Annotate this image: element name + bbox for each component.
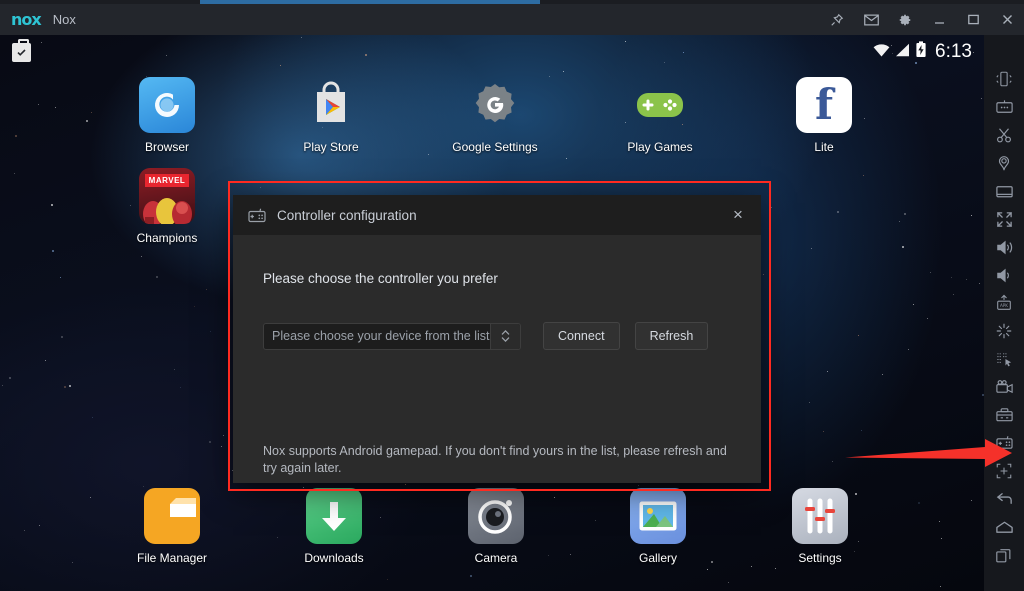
shake-phone-icon[interactable] <box>984 65 1024 93</box>
recents-icon[interactable] <box>984 541 1024 569</box>
app-gallery[interactable]: Gallery <box>603 488 713 565</box>
app-label: Camera <box>474 551 518 565</box>
play-games-icon <box>632 77 688 133</box>
play-store-icon <box>303 77 359 133</box>
dialog-header: Controller configuration × <box>233 195 761 235</box>
volume-up-icon[interactable] <box>984 233 1024 261</box>
nox-logo: nox <box>11 10 42 29</box>
minimize-icon[interactable] <box>922 4 956 35</box>
camera-icon <box>468 488 524 544</box>
app-downloads[interactable]: Downloads <box>279 488 389 565</box>
script-record-icon[interactable] <box>984 345 1024 373</box>
refresh-button[interactable]: Refresh <box>634 322 709 350</box>
file-manager-icon <box>144 488 200 544</box>
dialog-title: Controller configuration <box>277 207 417 223</box>
scissors-icon[interactable] <box>984 121 1024 149</box>
fullscreen-window-icon[interactable] <box>984 177 1024 205</box>
app-settings[interactable]: Settings <box>765 488 875 565</box>
connect-button[interactable]: Connect <box>543 322 620 350</box>
gear-icon[interactable] <box>888 4 922 35</box>
app-label: Play Games <box>627 140 693 154</box>
dialog-body: Please choose the controller you prefer … <box>233 235 761 483</box>
device-select-value: Please choose your device from the list <box>272 329 490 343</box>
back-icon[interactable] <box>984 485 1024 513</box>
multi-instance-icon[interactable] <box>984 401 1024 429</box>
close-icon[interactable] <box>990 4 1024 35</box>
google-settings-icon <box>467 77 523 133</box>
device-select[interactable]: Please choose your device from the list <box>263 322 521 350</box>
dialog-note: Nox supports Android gamepad. If you don… <box>263 444 727 475</box>
app-play-games[interactable]: Play Games <box>605 77 715 154</box>
controller-configuration-dialog: Controller configuration × Please choose… <box>233 195 761 483</box>
downloads-icon <box>306 488 362 544</box>
right-toolbar: APK <box>984 35 1024 591</box>
apk-install-icon[interactable]: APK <box>984 289 1024 317</box>
video-record-icon[interactable] <box>984 373 1024 401</box>
svg-text:APK: APK <box>1000 303 1008 308</box>
gamepad-config-icon <box>247 205 267 225</box>
window-titlebar: nox Nox <box>0 4 1024 35</box>
app-label: File Manager <box>136 551 208 565</box>
dialog-controls-row: Please choose your device from the list … <box>263 322 731 350</box>
window-controls <box>820 4 1024 35</box>
window-title: Nox <box>52 12 76 27</box>
close-icon[interactable]: × <box>725 202 751 228</box>
marvel-champions-icon: MARVEL <box>139 168 195 224</box>
mail-icon[interactable] <box>854 4 888 35</box>
maximize-icon[interactable] <box>956 4 990 35</box>
app-label: Gallery <box>638 551 677 565</box>
gallery-icon <box>630 488 686 544</box>
browser-icon <box>139 77 195 133</box>
chevron-updown-icon[interactable] <box>490 323 520 349</box>
red-pointer-arrow <box>845 439 1012 467</box>
keyboard-macro-icon[interactable] <box>984 93 1024 121</box>
location-icon[interactable] <box>984 149 1024 177</box>
shake-burst-icon[interactable] <box>984 317 1024 345</box>
facebook-lite-icon: f <box>796 77 852 133</box>
app-play-store[interactable]: Play Store <box>276 77 386 154</box>
app-camera[interactable]: Camera <box>441 488 551 565</box>
app-browser[interactable]: Browser <box>112 77 222 154</box>
app-label: Google Settings <box>452 140 538 154</box>
app-label: Settings <box>798 551 842 565</box>
app-label: Play Store <box>303 140 359 154</box>
app-champions[interactable]: MARVEL Champions <box>112 168 222 245</box>
pin-icon[interactable] <box>820 4 854 35</box>
home-icon[interactable] <box>984 513 1024 541</box>
app-facebook-lite[interactable]: f Lite <box>769 77 879 154</box>
settings-icon <box>792 488 848 544</box>
expand-icon[interactable] <box>984 205 1024 233</box>
app-label: Downloads <box>304 551 364 565</box>
android-screen: 6:13 Browser Play Store Google Settings … <box>0 35 984 591</box>
app-label: Browser <box>144 140 189 154</box>
app-google-settings[interactable]: Google Settings <box>440 77 550 154</box>
volume-down-icon[interactable] <box>984 261 1024 289</box>
app-file-manager[interactable]: File Manager <box>117 488 227 565</box>
dialog-prompt: Please choose the controller you prefer <box>263 271 498 286</box>
nox-emulator-window: nox Nox 6:13 Browser Play Store Google S… <box>0 0 1024 591</box>
app-label: Lite <box>814 140 834 154</box>
app-label: Champions <box>136 231 198 245</box>
